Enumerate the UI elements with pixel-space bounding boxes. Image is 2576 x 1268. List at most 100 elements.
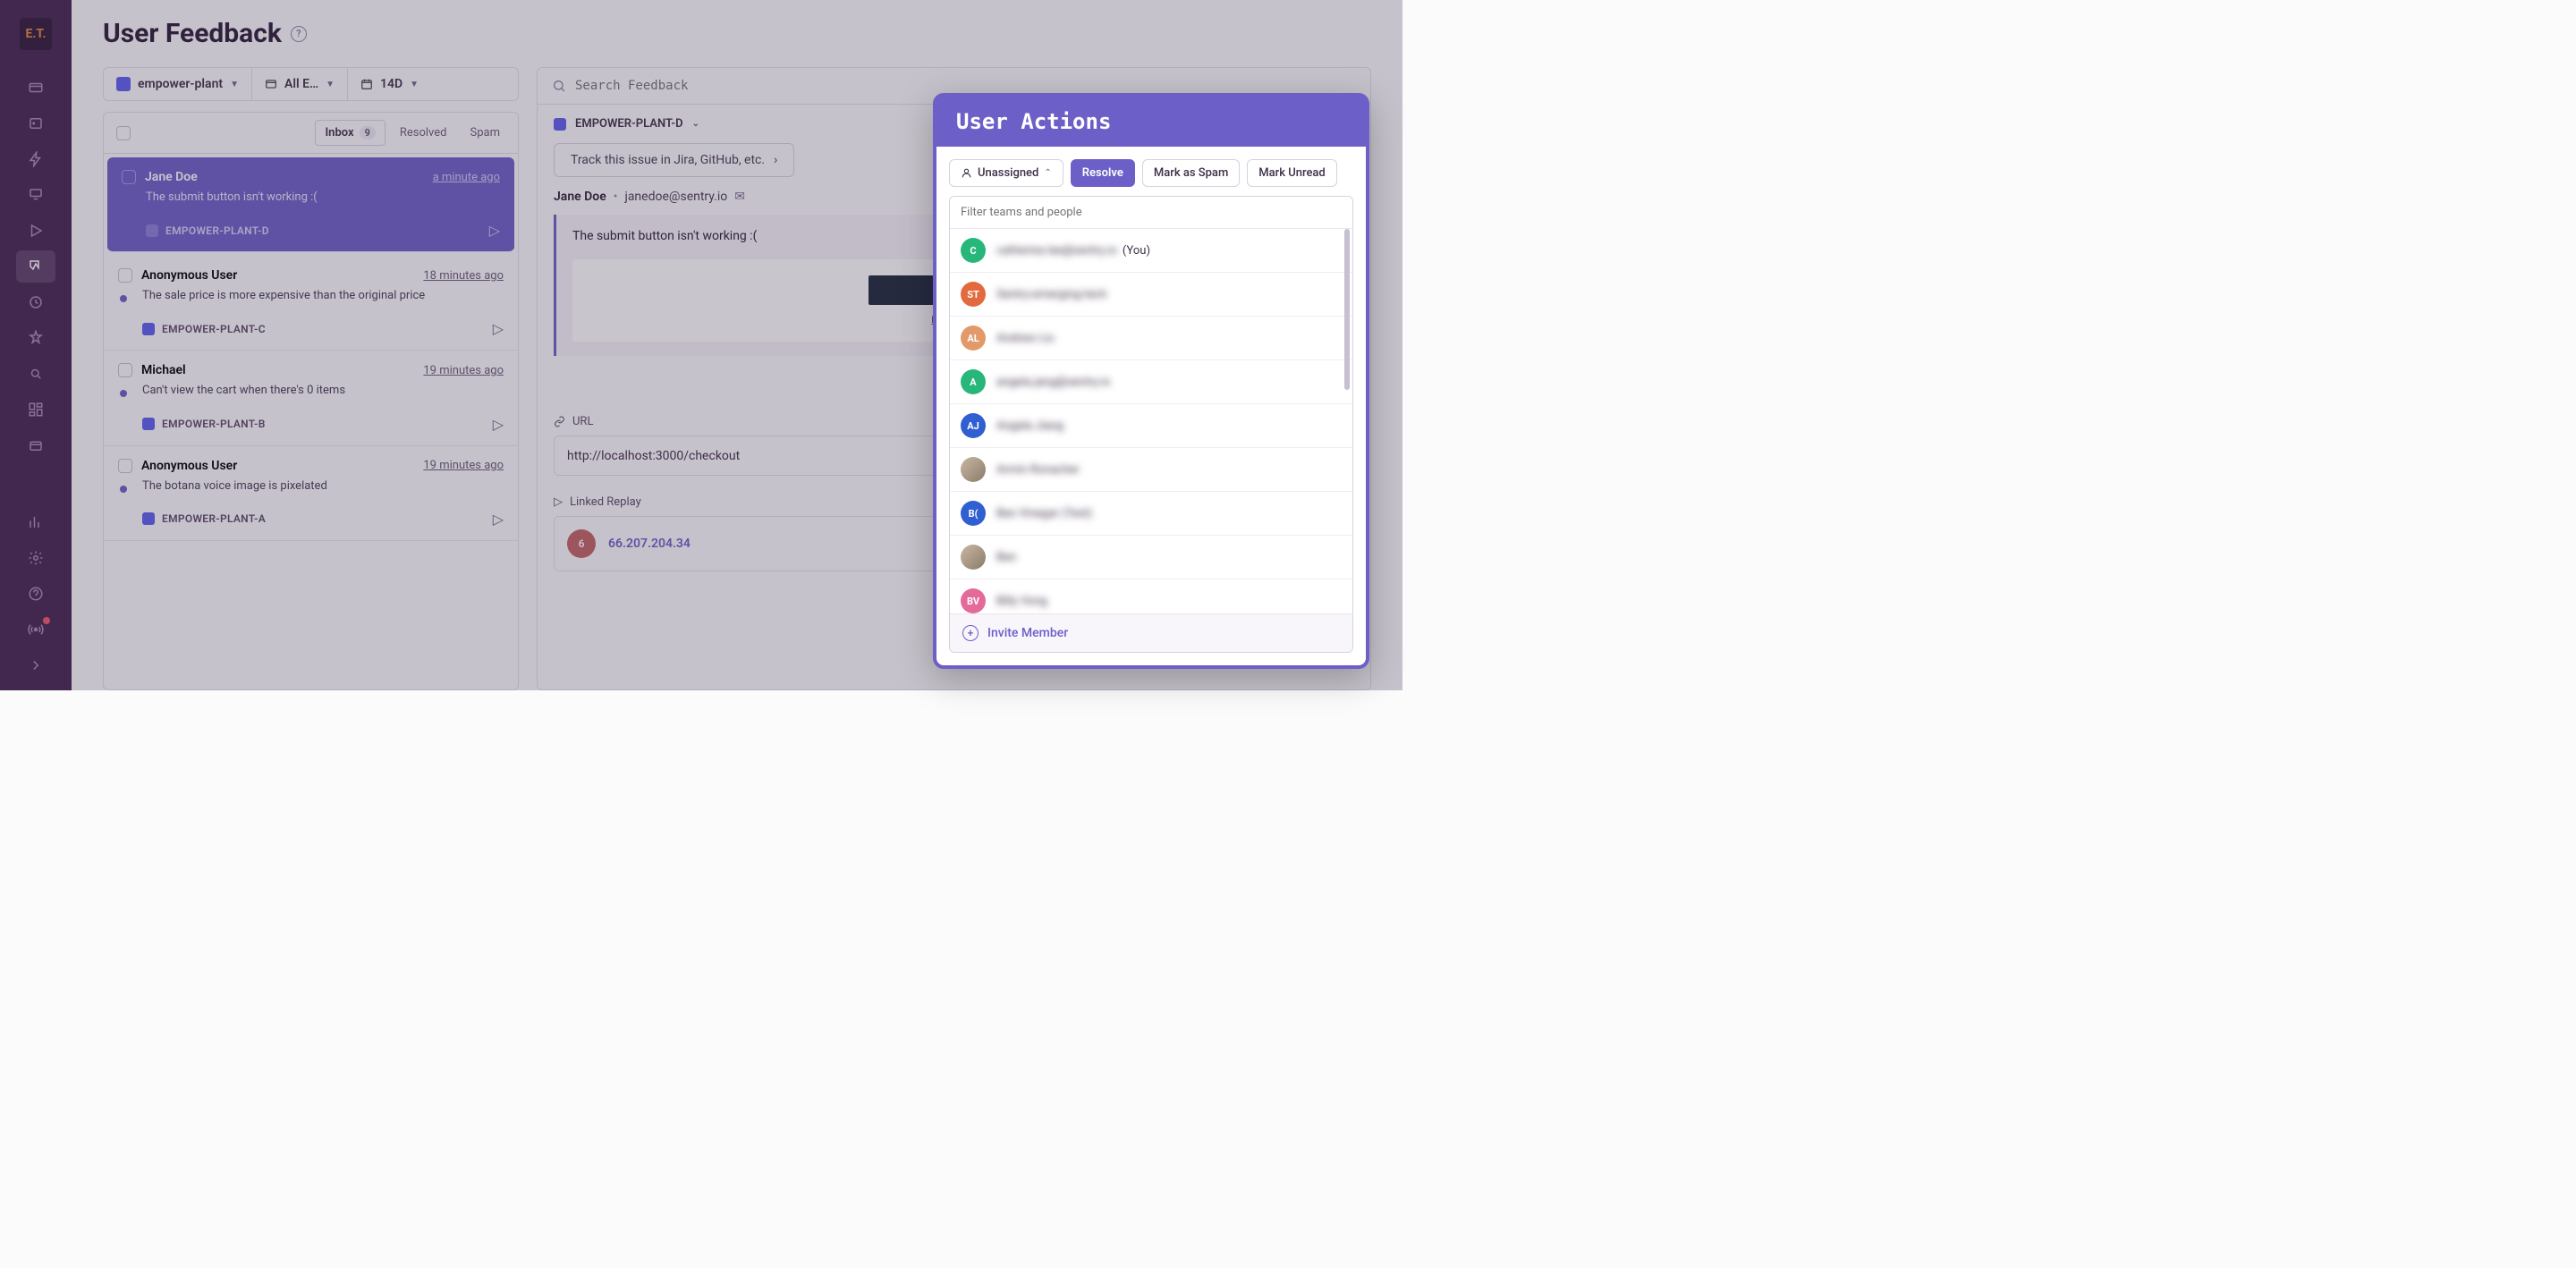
play-icon[interactable]: ▷ bbox=[493, 320, 504, 337]
play-icon[interactable]: ▷ bbox=[493, 511, 504, 528]
tab-resolved[interactable]: Resolved bbox=[391, 121, 456, 145]
feedback-item[interactable]: Anonymous User 18 minutes ago The sale p… bbox=[104, 256, 518, 351]
feedback-item[interactable]: Anonymous User 19 minutes ago The botana… bbox=[104, 446, 518, 541]
project-icon bbox=[554, 118, 566, 131]
unassigned-button[interactable]: Unassigned ⌃ bbox=[949, 159, 1063, 187]
plus-icon: + bbox=[962, 625, 979, 641]
page-header: User Feedback ? bbox=[72, 0, 1402, 58]
nav-discover-icon[interactable] bbox=[16, 358, 55, 390]
mark-spam-button[interactable]: Mark as Spam bbox=[1142, 159, 1240, 187]
filter-env[interactable]: All E… ▼ bbox=[252, 68, 348, 100]
mail-icon[interactable]: ✉ bbox=[734, 190, 745, 204]
avatar bbox=[961, 545, 986, 570]
nav-performance-icon[interactable] bbox=[16, 143, 55, 175]
filter-project-label: empower-plant bbox=[138, 77, 223, 91]
play-icon[interactable]: ▷ bbox=[489, 222, 500, 239]
nav-dashboards-icon[interactable] bbox=[16, 393, 55, 426]
replay-badge: 6 bbox=[567, 529, 596, 558]
nav-crons-icon[interactable] bbox=[16, 286, 55, 318]
resolve-button[interactable]: Resolve bbox=[1071, 159, 1135, 187]
tab-inbox[interactable]: Inbox 9 bbox=[315, 120, 385, 146]
chevron-up-icon: ⌃ bbox=[1044, 168, 1051, 178]
person-row[interactable]: Ccatherine.lee@sentry.io (You) bbox=[950, 229, 1352, 273]
project-icon bbox=[142, 323, 155, 335]
nav-settings-icon[interactable] bbox=[16, 542, 55, 574]
chevron-down-icon[interactable]: ⌄ bbox=[692, 119, 699, 129]
unassigned-label: Unassigned bbox=[978, 166, 1038, 180]
nav-feedback-icon[interactable] bbox=[16, 250, 55, 283]
item-checkbox[interactable] bbox=[122, 170, 136, 184]
tab-spam[interactable]: Spam bbox=[462, 121, 510, 145]
person-name: catherine.lee@sentry.io bbox=[996, 244, 1117, 258]
item-checkbox[interactable] bbox=[118, 363, 132, 377]
person-row[interactable]: Armin Ronacher bbox=[950, 448, 1352, 492]
filters-row: empower-plant ▼ All E… ▼ 14D ▼ bbox=[103, 67, 519, 101]
feedback-item[interactable]: Jane Doe a minute ago The submit button … bbox=[107, 157, 514, 252]
avatar bbox=[961, 457, 986, 482]
play-icon[interactable]: ▷ bbox=[493, 416, 504, 433]
person-name: Angela Jiang bbox=[996, 419, 1063, 433]
invite-member-button[interactable]: + Invite Member bbox=[950, 613, 1352, 652]
filter-project[interactable]: empower-plant ▼ bbox=[104, 68, 252, 100]
feedback-time: 19 minutes ago bbox=[423, 364, 504, 377]
nav-releases-icon[interactable] bbox=[16, 429, 55, 461]
avatar: B( bbox=[961, 501, 986, 526]
feedback-time: a minute ago bbox=[433, 171, 500, 184]
person-row[interactable]: B(Ben Vinegar (Test) bbox=[950, 492, 1352, 536]
nav-alerts-icon[interactable] bbox=[16, 322, 55, 354]
nav-help-icon[interactable] bbox=[16, 578, 55, 610]
feedback-project: EMPOWER-PLANT-D bbox=[165, 224, 269, 237]
person-row[interactable]: Ben bbox=[950, 536, 1352, 579]
mark-unread-button[interactable]: Mark Unread bbox=[1247, 159, 1337, 187]
play-icon: ▷ bbox=[554, 495, 563, 509]
person-name: Ben bbox=[996, 551, 1016, 564]
nav-issues-icon[interactable] bbox=[16, 107, 55, 139]
track-label: Track this issue in Jira, GitHub, etc. bbox=[571, 153, 765, 167]
feedback-message: The sale price is more expensive than th… bbox=[142, 288, 504, 304]
nav-projects-icon[interactable] bbox=[16, 72, 55, 104]
nav-broadcast-icon[interactable] bbox=[16, 613, 55, 646]
search-input[interactable] bbox=[575, 79, 1356, 93]
filter-people-input[interactable] bbox=[950, 197, 1352, 229]
nav-stats-icon[interactable] bbox=[16, 506, 55, 538]
nav-profiling-icon[interactable] bbox=[16, 179, 55, 211]
avatar: AL bbox=[961, 325, 986, 351]
select-all-checkbox[interactable] bbox=[116, 126, 131, 140]
filter-env-label: All E… bbox=[284, 77, 318, 91]
project-icon bbox=[142, 512, 155, 525]
chevron-down-icon: ▼ bbox=[230, 80, 239, 89]
feedback-author: Michael bbox=[141, 363, 186, 377]
track-issue-button[interactable]: Track this issue in Jira, GitHub, etc. › bbox=[554, 143, 794, 177]
item-checkbox[interactable] bbox=[118, 459, 132, 473]
feedback-item[interactable]: Michael 19 minutes ago Can't view the ca… bbox=[104, 351, 518, 445]
list-tabs: Inbox 9 Resolved Spam bbox=[103, 112, 519, 154]
feedback-message: The submit button isn't working :( bbox=[146, 190, 500, 206]
people-list[interactable]: Ccatherine.lee@sentry.io (You) ST Sentry-e… bbox=[950, 229, 1352, 613]
person-row[interactable]: BVBilly Vong bbox=[950, 579, 1352, 613]
person-name: Sentry-emerging-tech bbox=[996, 288, 1106, 301]
person-row[interactable]: ALAndrew Liu bbox=[950, 317, 1352, 360]
popup-title: User Actions bbox=[936, 97, 1366, 147]
person-name: Armin Ronacher bbox=[996, 463, 1080, 477]
feedback-list: Jane Doe a minute ago The submit button … bbox=[103, 154, 519, 690]
unread-dot-icon bbox=[120, 390, 127, 397]
person-row[interactable]: ST Sentry-emerging-tech bbox=[950, 273, 1352, 317]
app-logo[interactable]: E.T. bbox=[20, 18, 52, 50]
nav-replays-icon[interactable] bbox=[16, 215, 55, 247]
sidebar-collapse-icon[interactable] bbox=[16, 649, 55, 681]
user-actions-popup: User Actions Unassigned ⌃ Resolve Mark a… bbox=[933, 93, 1369, 669]
url-value: http://localhost:3000/checkout bbox=[567, 449, 740, 463]
invite-label: Invite Member bbox=[987, 626, 1068, 640]
filter-range[interactable]: 14D ▼ bbox=[348, 68, 431, 100]
feedback-message: The botana voice image is pixelated bbox=[142, 478, 504, 495]
person-row[interactable]: Aangela.jang@sentry.io bbox=[950, 360, 1352, 404]
chevron-down-icon: ▼ bbox=[326, 80, 335, 89]
scrollbar-thumb[interactable] bbox=[1344, 229, 1350, 390]
person-row[interactable]: AJAngela Jiang bbox=[950, 404, 1352, 448]
avatar: ST bbox=[961, 282, 986, 307]
replay-ip: 66.207.204.34 bbox=[608, 537, 691, 551]
avatar: A bbox=[961, 369, 986, 394]
item-checkbox[interactable] bbox=[118, 268, 132, 283]
help-icon[interactable]: ? bbox=[291, 26, 307, 42]
unread-dot-icon bbox=[120, 486, 127, 493]
